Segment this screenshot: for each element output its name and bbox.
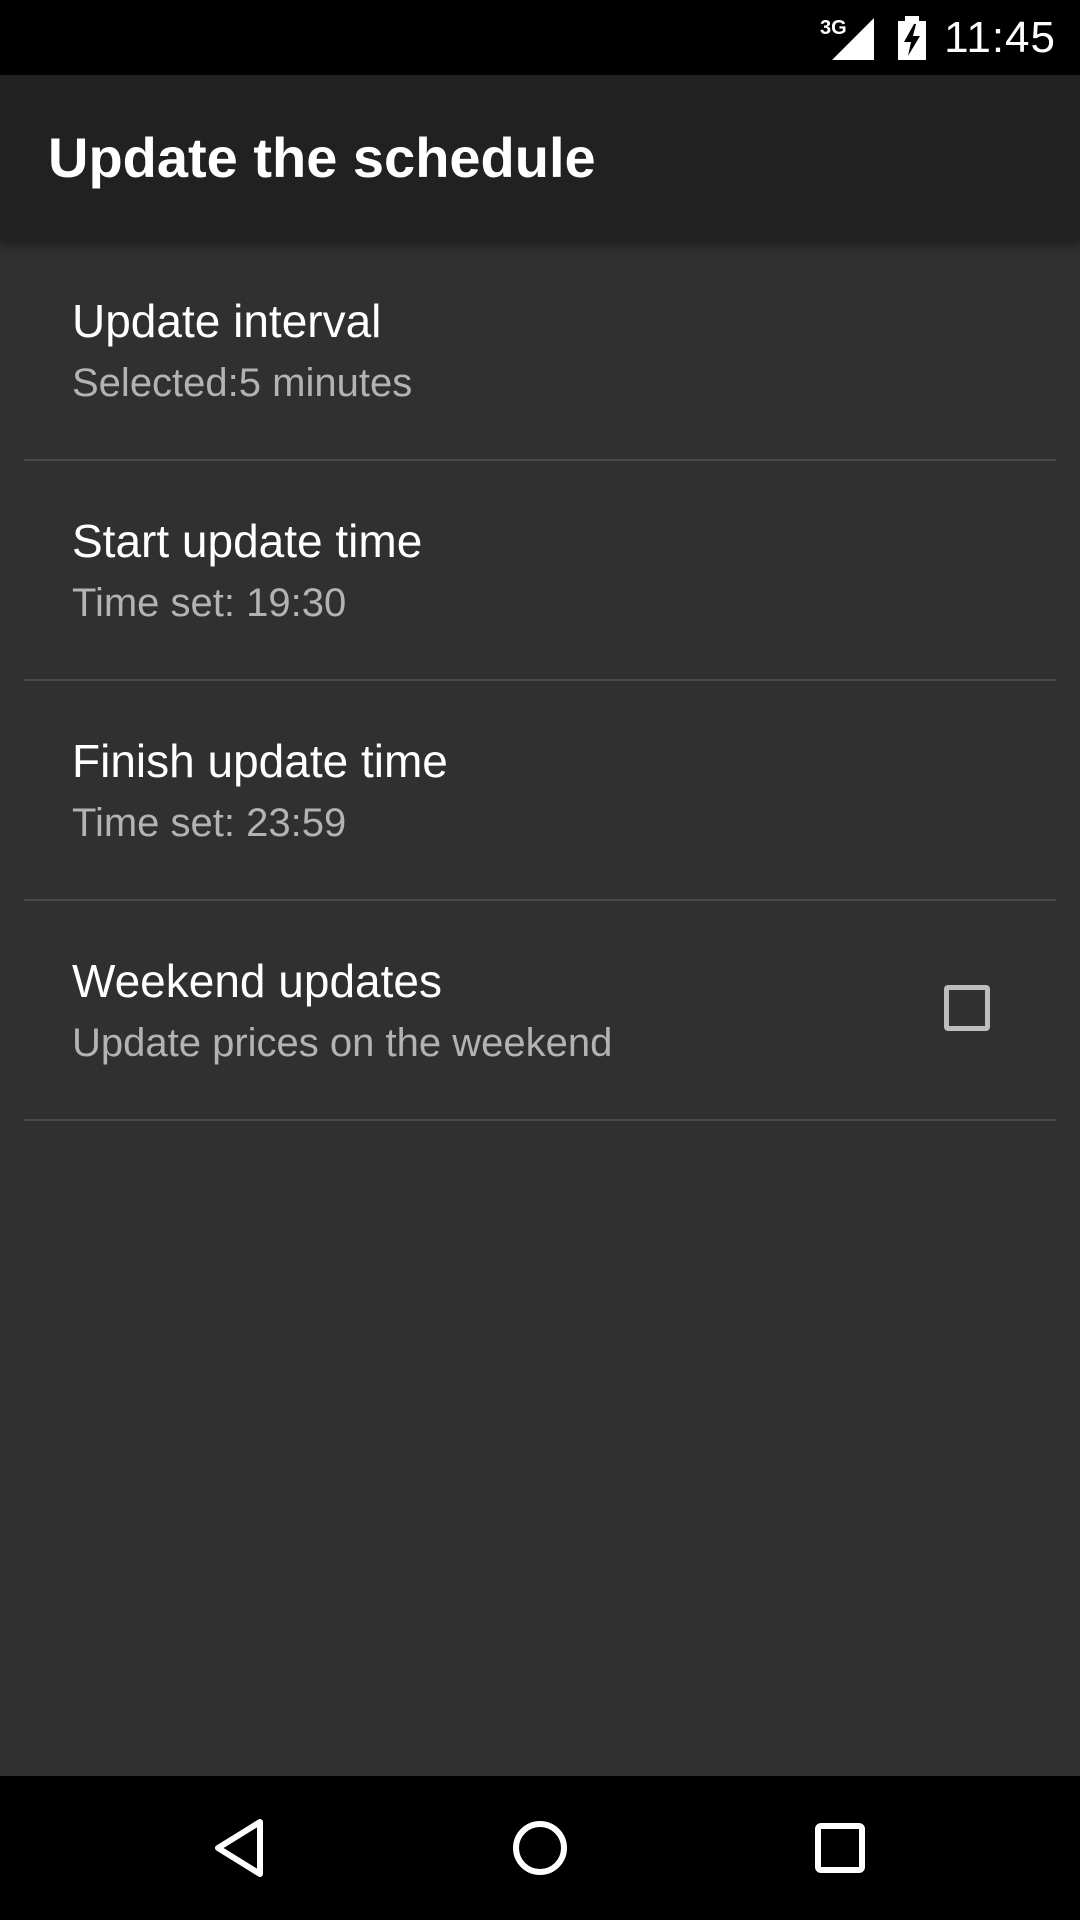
battery-charging-icon: [898, 16, 926, 60]
pref-summary: Time set: 19:30: [72, 581, 347, 625]
home-button[interactable]: [490, 1798, 590, 1898]
recents-button[interactable]: [790, 1798, 890, 1898]
preference-list: Update interval Selected:5 minutes Start…: [0, 241, 1080, 1121]
pref-summary: Time set: 23:59: [72, 801, 347, 845]
network-type-label: 3G: [820, 17, 847, 39]
status-clock: 11:45: [944, 13, 1056, 62]
pref-title: Weekend updates: [72, 955, 442, 1007]
pref-finish-update-time[interactable]: Finish update time Time set: 23:59: [24, 681, 1056, 901]
pref-update-interval[interactable]: Update interval Selected:5 minutes: [24, 241, 1056, 461]
recents-icon: [815, 1823, 865, 1873]
pref-summary: Update prices on the weekend: [72, 1021, 613, 1065]
weekend-updates-checkbox[interactable]: [944, 985, 990, 1031]
back-button[interactable]: [190, 1798, 290, 1898]
navigation-bar: [0, 1776, 1080, 1920]
page-title: Update the schedule: [48, 126, 596, 189]
pref-title: Finish update time: [72, 735, 448, 787]
back-icon: [215, 1819, 263, 1877]
pref-start-update-time[interactable]: Start update time Time set: 19:30: [24, 461, 1056, 681]
status-bar: 3G 11:45: [0, 0, 1080, 75]
pref-summary: Selected:5 minutes: [72, 361, 413, 405]
app-bar: Update the schedule: [0, 75, 1080, 241]
cell-signal-icon: 3G: [820, 17, 874, 60]
home-icon: [513, 1821, 567, 1875]
pref-weekend-updates[interactable]: Weekend updates Update prices on the wee…: [24, 901, 1056, 1121]
pref-title: Start update time: [72, 515, 423, 567]
pref-title: Update interval: [72, 295, 382, 347]
